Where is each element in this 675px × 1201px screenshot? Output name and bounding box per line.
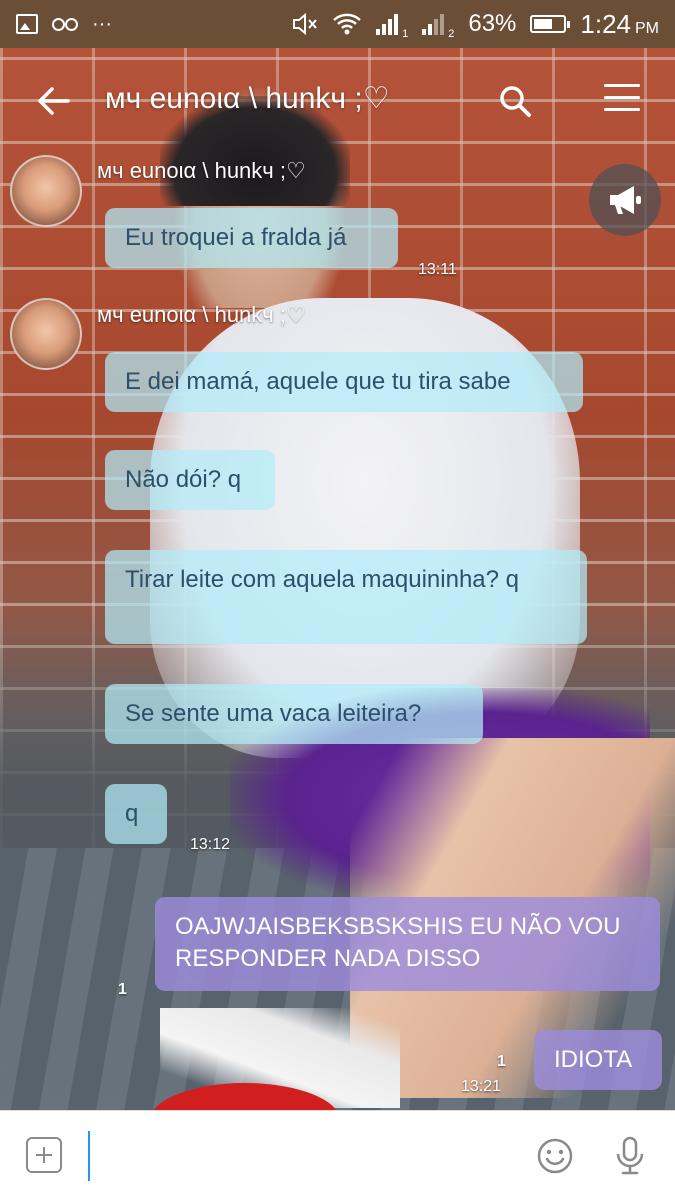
more-notifications-icon: ··· [92,12,112,35]
emoji-icon[interactable] [536,1137,574,1175]
sender-avatar[interactable] [10,155,82,227]
chat-title[interactable]: мч eunoια \ hunkч ;♡ [105,81,390,116]
mute-icon [293,12,317,36]
message-bubble[interactable]: Tirar leite com aquela maquininha? q [105,550,587,644]
battery-fill [534,19,553,29]
message-bubble-outgoing[interactable]: IDIOTA [534,1030,662,1090]
gallery-notification-icon [16,14,38,34]
sender-name: мч eunoια \ hunkч ;♡ [97,302,306,327]
sim1-label: 1 [402,27,409,40]
message-time: 13:21 [461,1078,502,1095]
clock-time: 1:24 [580,8,631,39]
message-bubble-outgoing[interactable]: OAJWJAISBEKSBSKSHIS EU NÃO VOU RESPONDER… [155,897,660,991]
message-time: 13:11 [418,261,457,278]
microphone-icon[interactable] [612,1135,648,1177]
status-bar: ··· 1 2 63% 1:24 PM [0,0,675,48]
message-bubble[interactable]: q [105,784,167,844]
chat-header: мч eunoια \ hunkч ;♡ [0,48,675,158]
status-time: 1:24 PM [580,9,659,40]
message-bubble[interactable]: Se sente uma vaca leiteira? [105,684,483,744]
message-time: 13:12 [190,836,231,853]
search-icon[interactable] [498,84,532,118]
wifi-icon [333,13,361,35]
voicemail-icon [52,18,78,31]
battery-percent: 63% [468,10,517,37]
message-bubble[interactable]: E dei mamá, aquele que tu tira sabe [105,352,583,412]
message-input[interactable] [88,1131,520,1181]
sim2-label: 2 [448,27,455,40]
status-bar-right: 1 2 63% 1:24 PM [292,9,659,40]
sender-name: мч eunoια \ hunkч ;♡ [97,158,306,183]
back-arrow-icon[interactable] [36,86,70,116]
clock-ampm: PM [635,19,659,37]
announcement-button[interactable] [589,164,661,236]
read-receipt-count: 1 [118,981,127,998]
message-bubble[interactable]: Eu troquei a fralda já [105,208,398,268]
battery-icon [530,15,571,33]
message-bubble[interactable]: Não dói? q [105,450,275,510]
message-input-bar [0,1110,675,1201]
sender-avatar[interactable] [10,298,82,370]
add-attachment-icon[interactable] [26,1137,62,1173]
status-bar-left: ··· [16,13,112,36]
signal-sim1-icon [376,13,399,35]
signal-sim2-icon [422,13,445,35]
menu-icon[interactable] [604,84,640,116]
megaphone-icon [610,186,641,214]
read-receipt-count: 1 [497,1053,506,1070]
